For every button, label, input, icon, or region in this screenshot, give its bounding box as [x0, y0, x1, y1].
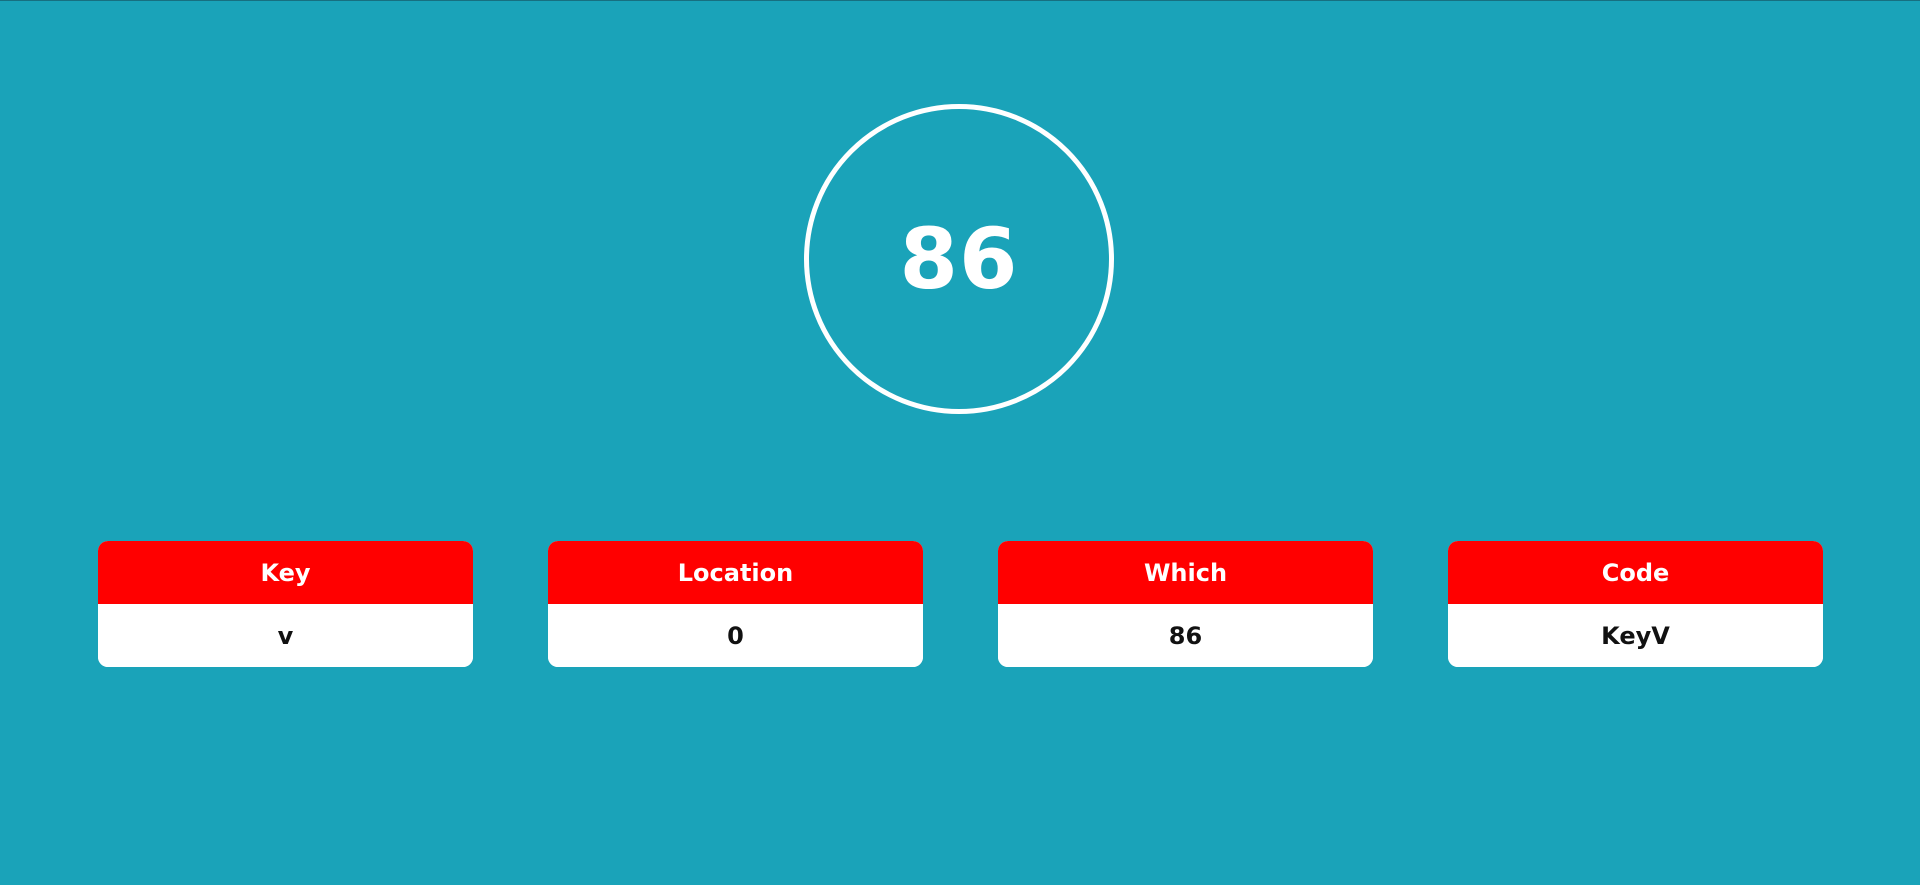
- location-card-value: 0: [548, 604, 923, 667]
- location-card-label: Location: [548, 541, 923, 604]
- code-card-label: Code: [1448, 541, 1823, 604]
- key-code-number: 86: [899, 210, 1019, 308]
- key-card-value: v: [98, 604, 473, 667]
- which-card: Which 86: [998, 541, 1373, 667]
- code-card: Code KeyV: [1448, 541, 1823, 667]
- key-card-label: Key: [98, 541, 473, 604]
- which-card-value: 86: [998, 604, 1373, 667]
- which-card-label: Which: [998, 541, 1373, 604]
- key-card: Key v: [98, 541, 473, 667]
- key-info-cards: Key v Location 0 Which 86 Code KeyV: [98, 541, 1823, 667]
- location-card: Location 0: [548, 541, 923, 667]
- key-code-circle: 86: [804, 104, 1114, 414]
- keycode-page: { "key_display": { "number": "86" }, "ca…: [0, 0, 1920, 885]
- code-card-value: KeyV: [1448, 604, 1823, 667]
